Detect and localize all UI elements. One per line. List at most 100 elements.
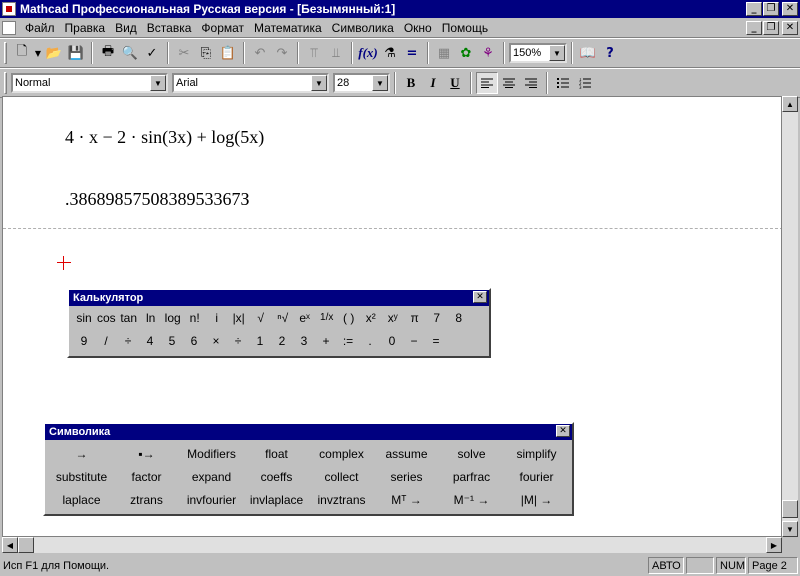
scroll-up-icon[interactable]: ▲ (782, 96, 798, 112)
sym-collect-button[interactable]: collect (309, 465, 374, 488)
component-icon[interactable]: ✿ (455, 42, 477, 64)
menu-window[interactable]: Окно (399, 21, 437, 35)
calc-cos-button[interactable]: cos (95, 308, 118, 328)
toolbar-grip[interactable] (4, 72, 7, 94)
calc-ln-button[interactable]: ln (140, 308, 162, 328)
horizontal-scroll-thumb[interactable] (18, 537, 34, 553)
math-expression[interactable]: 4 · x − 2 · sin(3x) + log(5x) (65, 127, 264, 148)
calc-obelus-button[interactable]: ÷ (227, 331, 249, 351)
calc-reciprocal-button[interactable]: 1/x (316, 308, 338, 328)
print-icon[interactable]: 🖶 (97, 42, 119, 64)
scroll-thumb[interactable] (782, 500, 798, 518)
font-size-select[interactable]: 28 ▼ (333, 73, 390, 93)
close-icon[interactable]: ✕ (473, 291, 487, 303)
open-icon[interactable]: 📂 (43, 42, 65, 64)
spellcheck-icon[interactable]: ✓ (141, 42, 163, 64)
menu-file[interactable]: Файл (20, 21, 60, 35)
calc-6-button[interactable]: 6 (183, 331, 205, 351)
document-icon[interactable] (2, 20, 16, 35)
sym-complex-button[interactable]: complex (309, 442, 374, 465)
underline-button[interactable]: U (444, 72, 466, 94)
calc-exp-button[interactable]: eˣ (294, 308, 316, 328)
undo-icon[interactable]: ↶ (249, 42, 271, 64)
sym-factor-button[interactable]: factor (114, 465, 179, 488)
sym-determinant-button[interactable]: |M| → (504, 488, 569, 511)
chevron-down-icon[interactable]: ▼ (372, 75, 388, 91)
toolbar-grip[interactable] (4, 42, 7, 64)
copy-icon[interactable]: ⎘ (195, 42, 217, 64)
menu-edit[interactable]: Правка (60, 21, 111, 35)
align-center-icon[interactable] (498, 72, 520, 94)
sym-parfrac-button[interactable]: parfrac (439, 465, 504, 488)
new-icon[interactable]: 🗋 (11, 42, 33, 64)
calc-minus-button[interactable]: − (403, 331, 425, 351)
close-button[interactable]: ✕ (782, 2, 798, 16)
calc-5-button[interactable]: 5 (161, 331, 183, 351)
calc-decimal-button[interactable]: . (359, 331, 381, 351)
calc-divide-button[interactable]: / (95, 331, 117, 351)
sym-modifiers-button[interactable]: Modifiers (179, 442, 244, 465)
bold-button[interactable]: B (400, 72, 422, 94)
chevron-down-icon[interactable]: ▼ (150, 75, 166, 91)
calc-pi-button[interactable]: π (404, 308, 426, 328)
sym-inverse-button[interactable]: M⁻¹ → (439, 488, 504, 511)
calc-9-button[interactable]: 9 (73, 331, 95, 351)
calc-sqrt-button[interactable]: √ (250, 308, 272, 328)
align-left-icon[interactable] (476, 72, 498, 94)
sym-invlaplace-button[interactable]: invlaplace (244, 488, 309, 511)
calc-sin-button[interactable]: sin (73, 308, 95, 328)
scroll-down-icon[interactable]: ▼ (782, 521, 798, 537)
help-icon[interactable]: ? (599, 42, 621, 64)
italic-button[interactable]: I (422, 72, 444, 94)
calc-8-button[interactable]: 8 (448, 308, 470, 328)
doc-minimize-button[interactable]: _ (746, 21, 762, 35)
minimize-button[interactable]: _ (746, 2, 762, 16)
numbered-list-icon[interactable]: 123 (574, 72, 596, 94)
calc-4-button[interactable]: 4 (139, 331, 161, 351)
calc-define-button[interactable]: := (337, 331, 359, 351)
menu-math[interactable]: Математика (249, 21, 327, 35)
cut-icon[interactable]: ✂ (173, 42, 195, 64)
menu-help[interactable]: Помощь (437, 21, 493, 35)
print-preview-icon[interactable]: 🔍 (119, 42, 141, 64)
sym-series-button[interactable]: series (374, 465, 439, 488)
menu-view[interactable]: Вид (110, 21, 142, 35)
calc-nth-root-button[interactable]: ⁿ√ (272, 308, 294, 328)
menu-symbolics[interactable]: Символика (327, 21, 399, 35)
calc-plus-button[interactable]: + (315, 331, 337, 351)
sym-keyword-evaluate-button[interactable]: ▪→ (114, 442, 179, 465)
calc-inline-divide-button[interactable]: ÷ (117, 331, 139, 351)
calc-equals-button[interactable]: = (425, 331, 447, 351)
calc-0-button[interactable]: 0 (381, 331, 403, 351)
calc-1-button[interactable]: 1 (249, 331, 271, 351)
sym-invztrans-button[interactable]: invztrans (309, 488, 374, 511)
paste-icon[interactable]: 📋 (217, 42, 239, 64)
calc-7-button[interactable]: 7 (426, 308, 448, 328)
sym-laplace-button[interactable]: laplace (49, 488, 114, 511)
insert-graph-icon[interactable]: ▦ (433, 42, 455, 64)
doc-restore-button[interactable]: ❐ (763, 21, 779, 35)
sym-assume-button[interactable]: assume (374, 442, 439, 465)
restore-button[interactable]: ❐ (763, 2, 779, 16)
align-down-icon[interactable]: ⫫ (325, 42, 347, 64)
font-select[interactable]: Arial ▼ (172, 73, 329, 93)
sym-invfourier-button[interactable]: invfourier (179, 488, 244, 511)
sym-transpose-button[interactable]: Mᵀ → (374, 488, 439, 511)
calc-factorial-button[interactable]: n! (184, 308, 206, 328)
insert-function-icon[interactable]: f(x) (357, 42, 379, 64)
bullet-list-icon[interactable] (552, 72, 574, 94)
sym-substitute-button[interactable]: substitute (49, 465, 114, 488)
calc-multiply-button[interactable]: × (205, 331, 227, 351)
math-result[interactable]: .3868985750838953367З (65, 189, 250, 210)
calc-tan-button[interactable]: tan (118, 308, 140, 328)
menu-format[interactable]: Формат (196, 21, 249, 35)
new-dropdown-icon[interactable]: ▼ (33, 42, 43, 64)
zoom-select[interactable]: 150% ▼ (509, 43, 567, 63)
style-select[interactable]: Normal ▼ (11, 73, 168, 93)
scroll-left-icon[interactable]: ◀ (2, 537, 18, 553)
sym-evaluate-button[interactable]: → (49, 442, 114, 465)
insert-unit-icon[interactable]: ⚗ (379, 42, 401, 64)
chevron-down-icon[interactable]: ▼ (311, 75, 327, 91)
sym-solve-button[interactable]: solve (439, 442, 504, 465)
calc-2-button[interactable]: 2 (271, 331, 293, 351)
